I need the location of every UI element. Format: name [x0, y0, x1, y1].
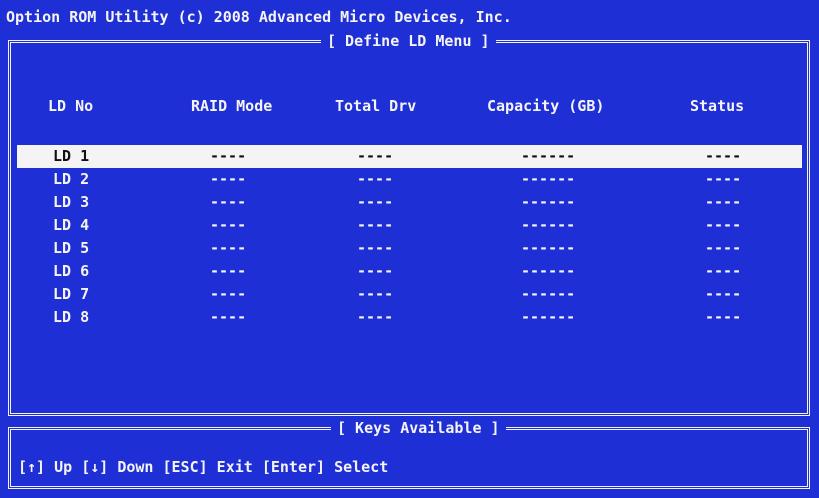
- ld-row-4[interactable]: LD 4 ---- ---- ------ ----: [0, 214, 819, 237]
- ld-status: ----: [705, 170, 742, 188]
- ld-capacity: ------: [521, 193, 576, 211]
- ld-number: LD 3: [53, 193, 90, 211]
- ld-number: LD 8: [53, 308, 90, 326]
- ld-number: LD 7: [53, 285, 90, 303]
- ld-total-drv: ----: [357, 239, 394, 257]
- column-header-capacity: Capacity (GB): [487, 97, 605, 115]
- ld-list: LD 1 ---- ---- ------ ---- LD 2 ---- ---…: [0, 145, 819, 329]
- column-header-status: Status: [690, 97, 745, 115]
- ld-raid-mode: ----: [210, 262, 247, 280]
- ld-capacity: ------: [521, 262, 576, 280]
- ld-row-5[interactable]: LD 5 ---- ---- ------ ----: [0, 237, 819, 260]
- ld-number: LD 4: [53, 216, 90, 234]
- ld-capacity: ------: [521, 216, 576, 234]
- ld-capacity: ------: [521, 308, 576, 326]
- column-header-raid-mode: RAID Mode: [191, 97, 273, 115]
- ld-status: ----: [705, 216, 742, 234]
- table-header: LD No RAID Mode Total Drv Capacity (GB) …: [0, 97, 819, 119]
- ld-raid-mode: ----: [210, 193, 247, 211]
- ld-status: ----: [705, 193, 742, 211]
- keys-help-text: [↑] Up [↓] Down [ESC] Exit [Enter] Selec…: [18, 458, 389, 476]
- ld-total-drv: ----: [357, 193, 394, 211]
- ld-number: LD 2: [53, 170, 90, 188]
- ld-raid-mode: ----: [210, 147, 247, 165]
- ld-raid-mode: ----: [210, 216, 247, 234]
- ld-total-drv: ----: [357, 285, 394, 303]
- ld-status: ----: [705, 285, 742, 303]
- menu-caption: [ Define LD Menu ]: [321, 32, 496, 50]
- ld-raid-mode: ----: [210, 285, 247, 303]
- ld-status: ----: [705, 308, 742, 326]
- ld-number: LD 5: [53, 239, 90, 257]
- ld-capacity: ------: [521, 147, 576, 165]
- ld-capacity: ------: [521, 285, 576, 303]
- ld-row-6[interactable]: LD 6 ---- ---- ------ ----: [0, 260, 819, 283]
- ld-status: ----: [705, 239, 742, 257]
- ld-total-drv: ----: [357, 170, 394, 188]
- ld-total-drv: ----: [357, 147, 394, 165]
- ld-row-1[interactable]: LD 1 ---- ---- ------ ----: [17, 145, 802, 168]
- column-header-total-drv: Total Drv: [335, 97, 417, 115]
- ld-number: LD 6: [53, 262, 90, 280]
- column-header-ld-no: LD No: [48, 97, 94, 115]
- app-title: Option ROM Utility (c) 2008 Advanced Mic…: [6, 8, 512, 26]
- ld-raid-mode: ----: [210, 239, 247, 257]
- ld-total-drv: ----: [357, 262, 394, 280]
- ld-row-3[interactable]: LD 3 ---- ---- ------ ----: [0, 191, 819, 214]
- ld-status: ----: [705, 147, 742, 165]
- keys-caption: [ Keys Available ]: [331, 419, 506, 437]
- ld-capacity: ------: [521, 170, 576, 188]
- ld-status: ----: [705, 262, 742, 280]
- ld-row-8[interactable]: LD 8 ---- ---- ------ ----: [0, 306, 819, 329]
- ld-number: LD 1: [53, 147, 90, 165]
- ld-capacity: ------: [521, 239, 576, 257]
- ld-total-drv: ----: [357, 216, 394, 234]
- ld-raid-mode: ----: [210, 308, 247, 326]
- ld-raid-mode: ----: [210, 170, 247, 188]
- ld-row-7[interactable]: LD 7 ---- ---- ------ ----: [0, 283, 819, 306]
- ld-total-drv: ----: [357, 308, 394, 326]
- ld-row-2[interactable]: LD 2 ---- ---- ------ ----: [0, 168, 819, 191]
